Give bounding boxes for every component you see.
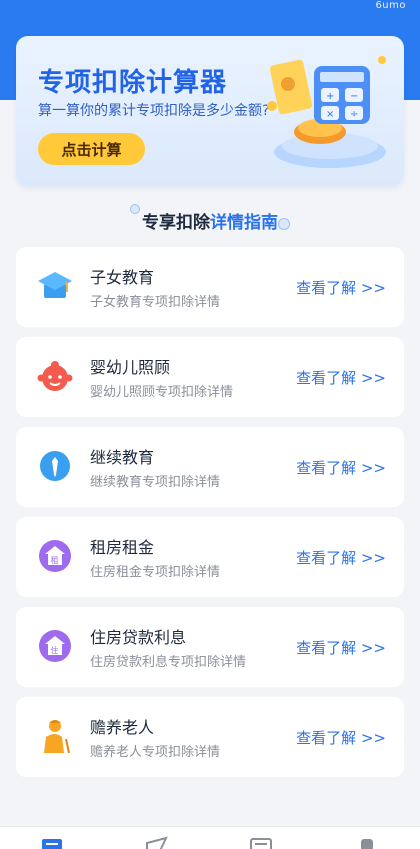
svg-text:×: ×: [326, 109, 334, 120]
svg-text:+: +: [326, 91, 334, 102]
watermark-text: 6umo: [375, 0, 406, 11]
item-title: 租房租金: [90, 538, 155, 557]
profile-tab-icon[interactable]: [354, 835, 380, 849]
section-heading: 专享扣除详情指南: [0, 202, 420, 238]
item-title: 婴幼儿照顾: [90, 358, 171, 377]
rent-house-icon: 租: [39, 540, 71, 572]
svg-text:÷: ÷: [350, 109, 358, 120]
banner-title: 专项扣除计算器: [38, 68, 228, 98]
view-more-link[interactable]: 查看了解 >>: [296, 637, 386, 658]
item-desc: 赡养老人专项扣除详情: [90, 745, 221, 760]
loan-house-icon: 住: [39, 630, 71, 662]
elderly-person-icon: [44, 720, 70, 754]
item-card-child-education[interactable]: 子女教育 子女教育专项扣除详情 查看了解 >>: [16, 247, 404, 327]
bubble-decoration-icon: [130, 204, 140, 214]
item-desc: 继续教育专项扣除详情: [90, 475, 221, 490]
item-desc: 住房租金专项扣除详情: [90, 565, 221, 580]
item-title: 赡养老人: [90, 718, 155, 737]
view-more-link[interactable]: 查看了解 >>: [296, 547, 386, 568]
item-card-elderly-support[interactable]: 赡养老人 赡养老人专项扣除详情 查看了解 >>: [16, 697, 404, 777]
item-title: 继续教育: [90, 448, 155, 467]
item-title: 住房贷款利息: [90, 628, 187, 647]
item-card-infant-care[interactable]: 婴幼儿照顾 婴幼儿照顾专项扣除详情 查看了解 >>: [16, 337, 404, 417]
svg-text:住: 住: [51, 645, 59, 655]
item-desc: 子女教育专项扣除详情: [90, 295, 221, 310]
svg-text:−: −: [350, 91, 358, 102]
calculator-illustration-icon: + − × ÷: [267, 56, 386, 168]
item-card-housing-loan[interactable]: 住 住房贷款利息 住房贷款利息专项扣除详情 查看了解 >>: [16, 607, 404, 687]
document-tab-icon[interactable]: [248, 835, 274, 849]
item-card-rent[interactable]: 租 租房租金 住房租金专项扣除详情 查看了解 >>: [16, 517, 404, 597]
baby-face-icon: [37, 361, 73, 391]
item-desc: 住房贷款利息专项扣除详情: [90, 655, 247, 670]
item-title: 子女教育: [90, 268, 155, 287]
item-desc: 婴幼儿照顾专项扣除详情: [90, 385, 234, 400]
banner-subtitle: 算一算你的累计专项扣除是多少金额?: [38, 103, 270, 119]
svg-text:租: 租: [51, 556, 59, 565]
calculator-banner[interactable]: 专项扣除计算器 算一算你的累计专项扣除是多少金额? 点击计算 + − × ÷: [16, 36, 404, 186]
heading-prefix: 专享扣除: [142, 213, 210, 233]
home-tab-icon[interactable]: [40, 835, 66, 849]
item-card-continuing-education[interactable]: 继续教育 继续教育专项扣除详情 查看了解 >>: [16, 427, 404, 507]
view-more-link[interactable]: 查看了解 >>: [296, 457, 386, 478]
bottom-tab-bar: [0, 826, 420, 849]
bubble-decoration-icon: [278, 218, 290, 230]
view-more-link[interactable]: 查看了解 >>: [296, 367, 386, 388]
view-more-link[interactable]: 查看了解 >>: [296, 727, 386, 748]
send-tab-icon[interactable]: [144, 835, 170, 849]
view-more-link[interactable]: 查看了解 >>: [296, 277, 386, 298]
section-heading-text: 专享扣除详情指南: [142, 208, 278, 233]
person-tie-icon: [40, 451, 70, 481]
graduation-cap-icon: [38, 272, 72, 298]
heading-highlight: 详情指南: [210, 213, 278, 233]
calculate-button[interactable]: 点击计算: [38, 133, 145, 165]
